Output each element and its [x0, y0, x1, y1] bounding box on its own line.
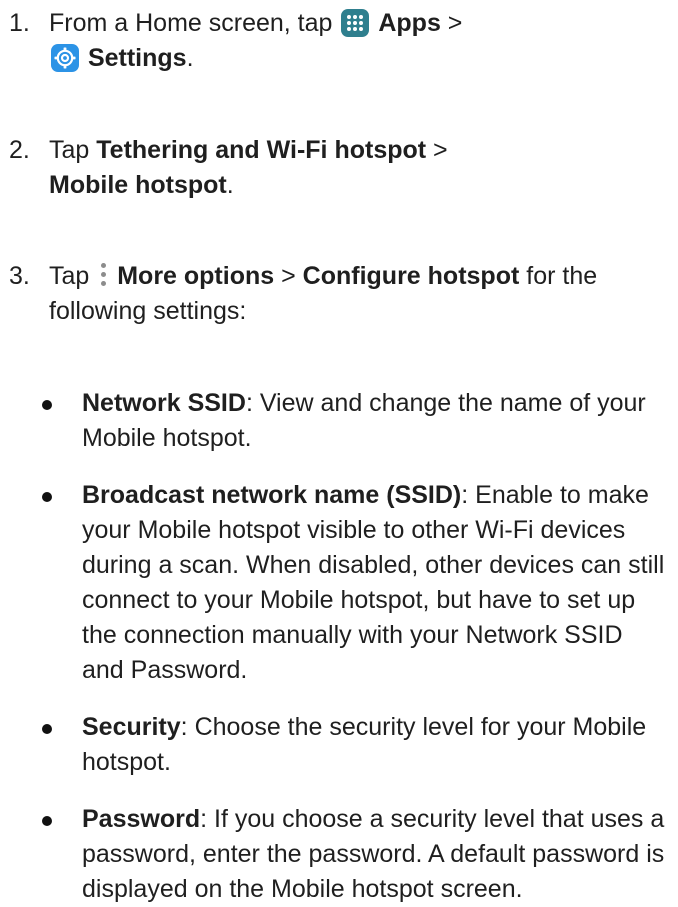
settings-gear-icon: [51, 44, 79, 72]
apps-label: Apps: [378, 9, 441, 37]
step-number: 1.: [9, 9, 30, 37]
bullet-dot: [42, 492, 52, 502]
more-options-icon: [98, 261, 108, 289]
step-number: 3.: [9, 262, 30, 290]
bullet-desc: : Enable to make your Mobile hotspot vis…: [82, 481, 665, 684]
mobile-hotspot-label: Mobile hotspot: [49, 171, 227, 199]
bullet-term: Security: [82, 713, 181, 741]
bullet-term: Password: [82, 805, 201, 833]
tethering-label: Tethering and Wi-Fi hotspot: [96, 136, 427, 164]
step-text: Tap More options > Configure hotspot for…: [49, 261, 598, 325]
bullet-dot: [42, 816, 52, 826]
bullet-dot: [42, 724, 52, 734]
bullet-term: Network SSID: [82, 389, 246, 417]
bullet-term: Broadcast network name (SSID): [82, 481, 462, 509]
configure-hotspot-label: Configure hotspot: [302, 262, 520, 290]
apps-grid-icon: [341, 9, 370, 37]
settings-label: Settings: [87, 44, 187, 72]
step-text: From a Home screen, tap Apps > Settings.: [49, 9, 463, 72]
step-number: 2.: [9, 136, 30, 164]
more-options-label: More options: [117, 262, 275, 290]
bullet-dot: [42, 400, 52, 410]
step-text: Tap Tethering and Wi-Fi hotspot > Mobile…: [49, 136, 448, 199]
